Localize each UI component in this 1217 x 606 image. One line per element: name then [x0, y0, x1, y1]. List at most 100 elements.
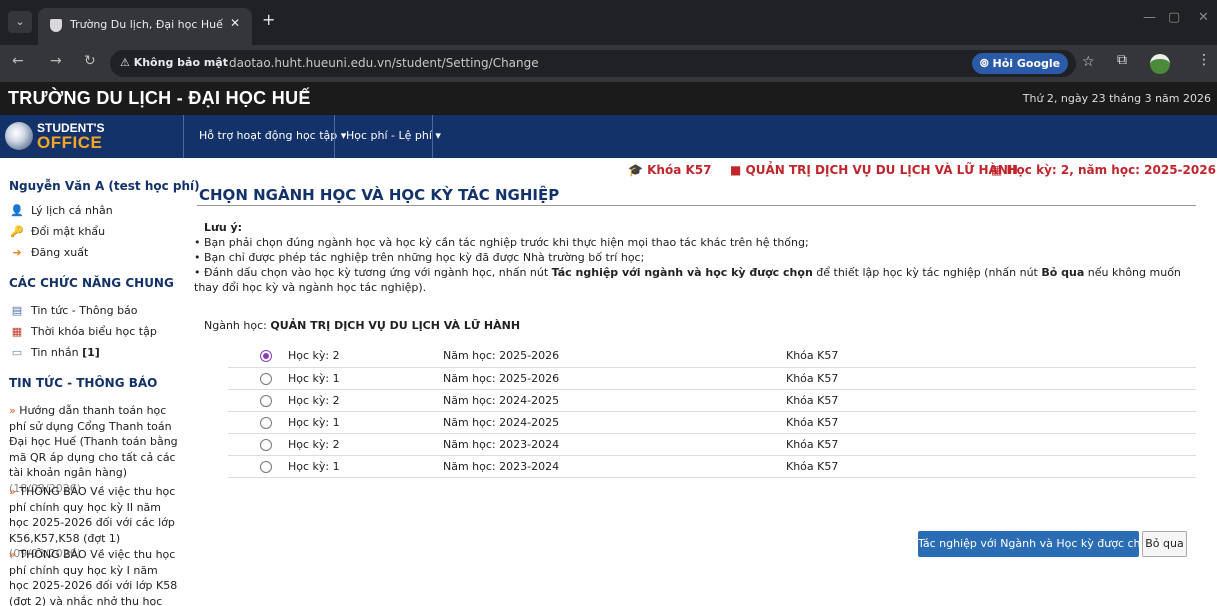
- sidebar: Nguyễn Văn A (test học phí) 👤 Lý lịch cá …: [0, 158, 200, 606]
- security-indicator[interactable]: ⚠ Không bảo mật: [120, 56, 228, 69]
- news-item[interactable]: » Hướng dẫn thanh toán học phí sử dụng C…: [9, 403, 181, 496]
- semester-cell: Học kỳ: 1: [288, 367, 443, 390]
- bookmark-star-icon[interactable]: ☆: [1082, 54, 1095, 70]
- program-info: ■ QUẢN TRỊ DỊCH VỤ DU LỊCH VÀ LỮ HÀNH: [730, 163, 1018, 177]
- sidebar-item-logout[interactable]: ➜ Đăng xuất: [10, 246, 88, 259]
- table-row[interactable]: Học kỳ: 2 Năm học: 2025-2026 Khóa K57: [228, 345, 1196, 368]
- back-button[interactable]: ←: [12, 53, 24, 69]
- year-cell: Năm học: 2024-2025: [443, 389, 786, 412]
- sidebar-item-label: Tin tức - Thông báo: [31, 304, 138, 317]
- browser-menu-icon[interactable]: ⋮: [1197, 52, 1211, 68]
- cohort-cell: Khóa K57: [786, 367, 1196, 390]
- forward-button[interactable]: →: [50, 53, 62, 69]
- semester-radio[interactable]: [260, 416, 272, 429]
- news-text[interactable]: THÔNG BÁO Về việc thu học phí chính quy …: [9, 485, 175, 545]
- cohort-cell: Khóa K57: [786, 389, 1196, 412]
- profile-avatar[interactable]: [1150, 54, 1170, 74]
- logo-line2: OFFICE: [37, 133, 103, 152]
- sidebar-item-label: Lý lịch cá nhân: [31, 204, 113, 217]
- news-text[interactable]: THÔNG BÁO Về việc thu học phí chính quy …: [9, 548, 177, 606]
- maximize-button[interactable]: ▢: [1168, 10, 1180, 25]
- close-window-button[interactable]: ✕: [1198, 10, 1209, 25]
- table-row[interactable]: Học kỳ: 1 Năm học: 2024-2025 Khóa K57: [228, 411, 1196, 434]
- graduation-cap-icon: 🎓: [628, 163, 648, 177]
- note-heading: Lưu ý:: [204, 221, 243, 234]
- semester-cell: Học kỳ: 1: [288, 455, 443, 478]
- semester-radio[interactable]: [260, 438, 272, 451]
- note-line-1: • Bạn phải chọn đúng ngành học và học kỳ…: [194, 236, 809, 249]
- students-office-logo[interactable]: STUDENT'S OFFICE: [5, 120, 180, 152]
- table-row[interactable]: Học kỳ: 2 Năm học: 2024-2025 Khóa K57: [228, 389, 1196, 412]
- extensions-icon[interactable]: ⧉: [1117, 52, 1127, 68]
- logout-icon: ➜: [12, 246, 22, 259]
- sidebar-item-news[interactable]: ▤ Tin tức - Thông báo: [10, 304, 138, 317]
- news-text[interactable]: Hướng dẫn thanh toán học phí sử dụng Cổn…: [9, 404, 178, 479]
- common-functions-heading: CÁC CHỨC NĂNG CHUNG: [9, 276, 174, 290]
- sidebar-item-change-password[interactable]: 🔑 Đổi mật khẩu: [10, 225, 105, 238]
- arrow-icon: »: [9, 548, 20, 561]
- address-toolbar: ← → ↻ ⚠ Không bảo mật daotao.huht.hueuni…: [0, 45, 1217, 82]
- ask-google-label: Hỏi Google: [992, 57, 1061, 70]
- user-name: Nguyễn Văn A (test học phí): [9, 179, 200, 193]
- radio-cell[interactable]: [228, 411, 288, 434]
- semester-radio[interactable]: [260, 350, 272, 363]
- skip-button[interactable]: Bỏ qua: [1142, 531, 1187, 557]
- new-tab-button[interactable]: +: [262, 10, 275, 29]
- cohort-label: Khóa K57: [647, 163, 712, 177]
- calendar-icon: ▦: [11, 325, 23, 338]
- note3-part-b: Tác nghiệp với ngành và học kỳ được chọn: [551, 266, 813, 279]
- semester-table: Học kỳ: 2 Năm học: 2025-2026 Khóa K57 Học k…: [228, 345, 1196, 478]
- page-title: CHỌN NGÀNH HỌC VÀ HỌC KỲ TÁC NGHIỆP: [199, 186, 560, 204]
- nav-divider: [183, 115, 184, 158]
- news-item[interactable]: » THÔNG BÁO Về việc thu học phí chính qu…: [9, 547, 181, 606]
- book-icon: ■: [730, 163, 746, 177]
- google-lens-icon: ⦾: [979, 57, 993, 70]
- sidebar-item-profile[interactable]: 👤 Lý lịch cá nhân: [10, 204, 113, 217]
- confirm-semester-button[interactable]: Tác nghiệp với Ngành và Học kỳ được chọn: [918, 531, 1154, 557]
- reload-button[interactable]: ↻: [84, 53, 96, 69]
- semester-cell: Học kỳ: 2: [288, 345, 443, 368]
- note3-part-d: Bỏ qua: [1041, 266, 1085, 279]
- radio-cell[interactable]: [228, 455, 288, 478]
- sidebar-item-messages[interactable]: ▭ Tin nhắn [1]: [10, 346, 100, 359]
- cohort-cell: Khóa K57: [786, 345, 1196, 368]
- logo-emblem-icon: [5, 122, 33, 150]
- semester-radio[interactable]: [260, 372, 272, 385]
- browser-tab-bar: ⌄ Trường Du lịch, Đại học Huế ✕ + — ▢ ✕: [0, 0, 1217, 45]
- browser-tab[interactable]: Trường Du lịch, Đại học Huế ✕: [38, 8, 252, 45]
- radio-cell[interactable]: [228, 367, 288, 390]
- program-label: QUẢN TRỊ DỊCH VỤ DU LỊCH VÀ LỮ HÀNH: [745, 163, 1018, 177]
- year-cell: Năm học: 2025-2026: [443, 367, 786, 390]
- menu-learning-support[interactable]: Hỗ trợ hoạt động học tập ▾: [199, 129, 346, 142]
- note3-part-c: để thiết lập học kỳ tác nghiệp (nhấn nút: [812, 266, 1042, 279]
- close-icon[interactable]: ✕: [230, 16, 240, 30]
- minimize-button[interactable]: —: [1143, 10, 1156, 25]
- title-divider: [197, 205, 1196, 206]
- semester-radio[interactable]: [260, 460, 272, 473]
- cohort-cell: Khóa K57: [786, 433, 1196, 456]
- sidebar-item-timetable[interactable]: ▦ Thời khóa biểu học tập: [10, 325, 157, 338]
- table-row[interactable]: Học kỳ: 1 Năm học: 2023-2024 Khóa K57: [228, 455, 1196, 478]
- menu-tuition-fees[interactable]: Học phí - Lệ phí ▾: [346, 129, 441, 142]
- radio-cell[interactable]: [228, 433, 288, 456]
- url-text[interactable]: daotao.huht.hueuni.edu.vn/student/Settin…: [229, 56, 539, 70]
- school-name: TRƯỜNG DU LỊCH - ĐẠI HỌC HUẾ: [8, 88, 311, 108]
- user-icon: 👤: [10, 204, 24, 217]
- radio-cell[interactable]: [228, 389, 288, 412]
- arrow-icon: »: [9, 485, 20, 498]
- year-cell: Năm học: 2023-2024: [443, 455, 786, 478]
- major-line: Ngành học: QUẢN TRỊ DỊCH VỤ DU LỊCH VÀ L…: [204, 319, 520, 332]
- tab-search-button[interactable]: ⌄: [8, 11, 32, 33]
- address-bar[interactable]: ⚠ Không bảo mật daotao.huht.hueuni.edu.v…: [110, 50, 1095, 77]
- main-navbar: STUDENT'S OFFICE Hỗ trợ hoạt động học tậ…: [0, 115, 1217, 158]
- table-row[interactable]: Học kỳ: 2 Năm học: 2023-2024 Khóa K57: [228, 433, 1196, 456]
- radio-cell[interactable]: [228, 345, 288, 368]
- semester-radio[interactable]: [260, 394, 272, 407]
- table-row[interactable]: Học kỳ: 1 Năm học: 2025-2026 Khóa K57: [228, 367, 1196, 390]
- semester-cell: Học kỳ: 2: [288, 389, 443, 412]
- tab-title: Trường Du lịch, Đại học Huế: [70, 18, 223, 31]
- year-cell: Năm học: 2023-2024: [443, 433, 786, 456]
- nav-divider: [334, 115, 335, 158]
- cohort-info: 🎓 Khóa K57: [628, 163, 711, 177]
- ask-google-button[interactable]: ⦾ Hỏi Google: [972, 53, 1068, 74]
